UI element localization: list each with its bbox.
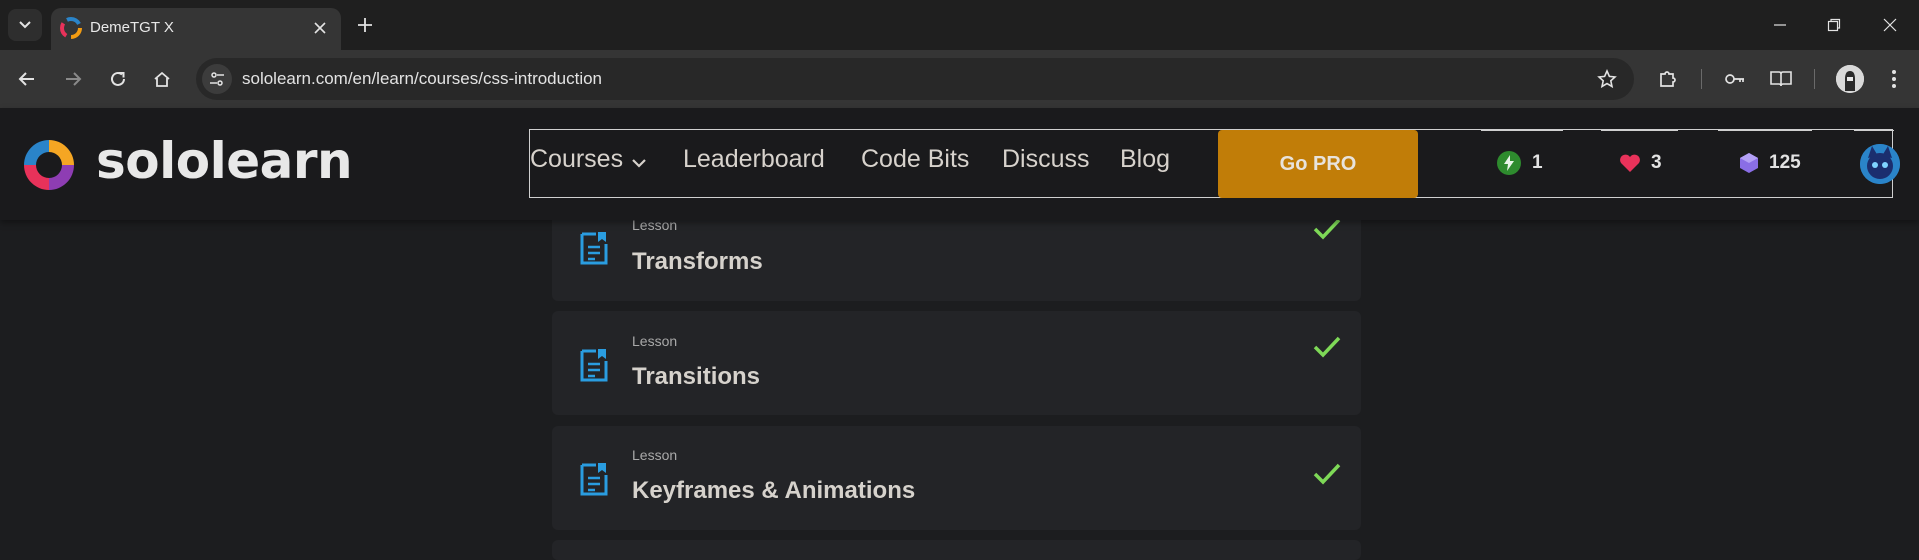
reading-mode-button[interactable]	[1767, 65, 1795, 93]
toolbar-separator	[1701, 69, 1702, 89]
streak-counter[interactable]: 1	[1496, 148, 1543, 178]
check-icon	[1313, 463, 1341, 485]
sololearn-favicon-icon	[60, 17, 82, 39]
heart-icon	[1620, 154, 1640, 172]
passwords-button[interactable]	[1721, 65, 1749, 93]
go-pro-button[interactable]: Go PRO	[1218, 130, 1418, 198]
book-icon	[1770, 71, 1792, 87]
tune-icon	[210, 72, 224, 86]
user-avatar-icon	[1860, 144, 1900, 184]
gem-icon	[1740, 153, 1758, 173]
profile-avatar[interactable]	[1836, 65, 1864, 93]
reload-button[interactable]	[104, 65, 132, 93]
lesson-document-icon	[580, 349, 608, 382]
window-close-button[interactable]	[1877, 12, 1903, 38]
lesson-title: Transforms	[632, 248, 763, 275]
streak-count: 1	[1532, 152, 1543, 173]
site-header: sololearn Courses Leaderboard Code Bits …	[0, 108, 1919, 220]
minimize-button[interactable]	[1767, 12, 1793, 38]
check-icon	[1313, 218, 1341, 240]
browser-tabstrip: DemeTGT X	[0, 0, 1919, 50]
check-icon	[1313, 336, 1341, 358]
chevron-down-icon	[19, 21, 31, 29]
close-icon	[1883, 18, 1897, 32]
key-icon	[1725, 74, 1744, 84]
tab-close-button[interactable]	[309, 17, 331, 39]
restore-icon	[1827, 18, 1841, 32]
lesson-document-icon	[580, 463, 608, 496]
logo-wordmark[interactable]: sololearn	[96, 132, 353, 190]
stat-divider	[1718, 130, 1812, 131]
reload-icon	[111, 71, 125, 86]
bits-count: 125	[1769, 152, 1801, 173]
lesson-title: Transitions	[632, 363, 761, 390]
lesson-card[interactable]	[552, 540, 1361, 560]
lesson-card[interactable]: Lesson Transitions	[552, 311, 1361, 415]
arrow-right-icon	[66, 72, 82, 86]
tab-title: DemeTGT X	[90, 19, 174, 36]
user-avatar[interactable]	[1860, 144, 1900, 184]
browser-tab[interactable]: DemeTGT X	[51, 8, 341, 50]
bookmark-button[interactable]	[1594, 66, 1620, 92]
nav-courses[interactable]: Courses	[530, 145, 623, 174]
lightning-icon	[1497, 151, 1521, 175]
restore-button[interactable]	[1821, 12, 1847, 38]
stat-divider	[1601, 130, 1678, 131]
close-icon	[314, 22, 326, 34]
lesson-kind-label: Lesson	[632, 447, 678, 463]
nav-leaderboard[interactable]: Leaderboard	[683, 145, 825, 174]
extensions-button[interactable]	[1654, 65, 1682, 93]
bits-counter[interactable]: 125	[1739, 148, 1801, 178]
minimize-icon	[1774, 24, 1786, 26]
stat-divider	[1481, 130, 1563, 131]
nav-code-bits[interactable]: Code Bits	[861, 145, 969, 174]
arrow-left-icon	[18, 72, 34, 86]
profile-avatar-icon	[1836, 65, 1864, 93]
toolbar-separator	[1814, 69, 1815, 89]
nav-discuss[interactable]: Discuss	[1002, 145, 1090, 174]
browser-menu-button[interactable]	[1880, 65, 1908, 93]
nav-blog[interactable]: Blog	[1120, 145, 1170, 174]
lesson-title: Keyframes & Animations	[632, 477, 916, 504]
stat-divider	[1854, 130, 1894, 131]
hearts-count: 3	[1651, 152, 1662, 173]
puzzle-icon	[1660, 71, 1676, 87]
more-vert-icon	[1892, 70, 1896, 88]
main-nav: Courses Leaderboard Code Bits Discuss Bl…	[529, 129, 1900, 198]
lesson-card[interactable]: Lesson Keyframes & Animations	[552, 426, 1361, 530]
browser-toolbar: sololearn.com/en/learn/courses/css-intro…	[0, 50, 1919, 108]
lesson-kind-label: Lesson	[632, 333, 678, 349]
address-bar[interactable]: sololearn.com/en/learn/courses/css-intro…	[196, 58, 1634, 100]
star-icon	[1597, 69, 1617, 89]
lesson-document-icon	[580, 232, 608, 265]
forward-button[interactable]	[59, 65, 87, 93]
site-info-button[interactable]	[202, 64, 232, 94]
tab-search-button[interactable]	[8, 9, 42, 41]
new-tab-button[interactable]	[352, 12, 378, 38]
chevron-down-icon[interactable]	[631, 158, 647, 168]
plus-icon	[358, 18, 372, 32]
url-text[interactable]: sololearn.com/en/learn/courses/css-intro…	[242, 69, 602, 89]
sololearn-logo-icon[interactable]	[18, 134, 80, 196]
back-button[interactable]	[13, 65, 41, 93]
hearts-counter[interactable]: 3	[1619, 148, 1662, 178]
home-icon	[154, 71, 170, 87]
home-button[interactable]	[148, 65, 176, 93]
